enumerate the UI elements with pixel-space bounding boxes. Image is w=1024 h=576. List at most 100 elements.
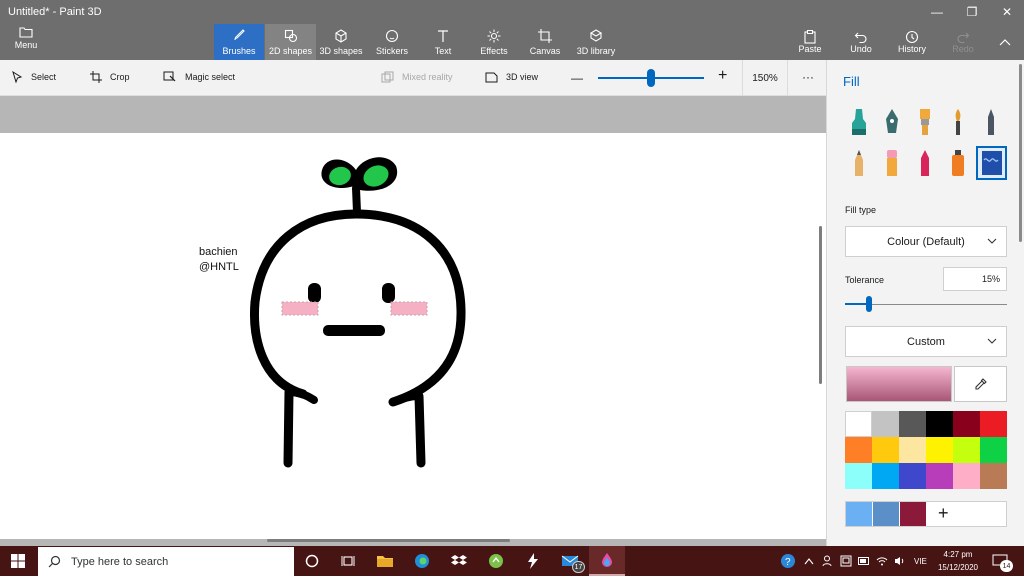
clock-date: 15/12/2020 xyxy=(937,563,979,572)
fill-panel: Fill Fill type Colour (Default) Toleranc… xyxy=(826,60,1024,546)
watercolor-icon xyxy=(955,109,961,135)
volume-icon[interactable] xyxy=(894,546,906,576)
file-explorer-button[interactable] xyxy=(367,546,403,576)
fill-type-label: Fill type xyxy=(845,205,877,215)
wifi-icon[interactable] xyxy=(876,546,888,576)
start-button[interactable] xyxy=(0,546,36,576)
collapse-ribbon-icon[interactable] xyxy=(999,38,1011,46)
selected-color-swatch[interactable] xyxy=(846,366,952,402)
history-button[interactable]: History xyxy=(895,26,929,58)
history-label: History xyxy=(897,44,926,54)
task-view-button[interactable] xyxy=(330,546,366,576)
tolerance-slider-thumb[interactable] xyxy=(866,296,872,312)
snip-icon[interactable] xyxy=(840,546,852,576)
palette-color-swatch[interactable] xyxy=(872,463,899,489)
cortana-icon xyxy=(305,554,319,568)
palette-color-swatch[interactable] xyxy=(899,411,926,437)
crayon-brush[interactable] xyxy=(911,146,939,180)
eyedropper-icon xyxy=(974,378,987,390)
calligraphy-pen-brush[interactable] xyxy=(878,105,906,139)
fill-icon xyxy=(981,151,1002,175)
custom-color-swatch[interactable] xyxy=(846,502,872,526)
windows-logo-icon xyxy=(11,554,25,568)
mail-button[interactable]: 17 xyxy=(552,546,588,576)
chevron-down-icon xyxy=(987,338,997,344)
spray-can-icon xyxy=(952,150,964,176)
custom-dropdown[interactable]: Custom xyxy=(845,326,1007,357)
tolerance-label: Tolerance xyxy=(845,275,885,285)
edge-button[interactable] xyxy=(404,546,440,576)
notifications-badge: 14 xyxy=(1000,560,1013,572)
palette-color-swatch[interactable] xyxy=(953,437,980,463)
pencil-icon xyxy=(855,150,863,176)
undo-button[interactable]: Undo xyxy=(846,26,876,58)
history-icon xyxy=(905,30,919,44)
task-view-icon xyxy=(341,556,355,566)
panel-scrollbar[interactable] xyxy=(1019,64,1022,242)
help-icon[interactable]: ? xyxy=(780,546,796,576)
oil-brush[interactable] xyxy=(911,105,939,139)
custom-color-swatch[interactable] xyxy=(900,502,926,526)
file-explorer-icon xyxy=(377,556,393,567)
bolt-app-button[interactable] xyxy=(515,546,551,576)
palette-color-swatch[interactable] xyxy=(926,463,953,489)
watercolor-brush[interactable] xyxy=(944,105,972,139)
oil-brush-icon xyxy=(920,109,930,135)
palette-color-swatch[interactable] xyxy=(845,437,872,463)
mail-badge: 17 xyxy=(572,561,585,573)
sprout-character-drawing xyxy=(250,157,466,468)
palette-color-swatch[interactable] xyxy=(899,437,926,463)
fill-type-value: Colour (Default) xyxy=(887,235,965,248)
edge-icon xyxy=(415,554,429,568)
panel-title: Fill xyxy=(843,74,860,89)
redo-button[interactable]: Redo xyxy=(948,26,978,58)
people-icon[interactable] xyxy=(822,546,832,576)
pixel-pen-brush[interactable] xyxy=(977,105,1005,139)
close-button[interactable]: ✕ xyxy=(990,0,1024,24)
fill-bucket-brush[interactable] xyxy=(976,146,1007,180)
paint3d-button[interactable] xyxy=(589,546,625,576)
palette-color-swatch[interactable] xyxy=(953,463,980,489)
redo-label: Redo xyxy=(952,44,974,54)
pencil-brush[interactable] xyxy=(845,146,873,180)
marker-brush[interactable] xyxy=(845,105,873,139)
palette-color-swatch[interactable] xyxy=(980,463,1007,489)
cortana-button[interactable] xyxy=(294,546,330,576)
palette-color-swatch[interactable] xyxy=(980,437,1007,463)
chevron-down-icon xyxy=(987,238,997,244)
fill-type-dropdown[interactable]: Colour (Default) xyxy=(845,226,1007,257)
palette-color-swatch[interactable] xyxy=(953,411,980,437)
redo-icon xyxy=(957,32,970,44)
add-color-button[interactable]: + xyxy=(938,504,949,522)
spray-can-brush[interactable] xyxy=(944,146,972,180)
notifications-button[interactable]: 14 xyxy=(992,546,1013,576)
palette-color-swatch[interactable] xyxy=(926,437,953,463)
calligraphy-pen-icon xyxy=(886,109,898,133)
green-app-icon xyxy=(489,554,503,568)
search-placeholder: Type here to search xyxy=(71,555,169,568)
palette-color-swatch[interactable] xyxy=(926,411,953,437)
language-indicator[interactable]: VIE xyxy=(914,546,927,576)
palette-color-swatch[interactable] xyxy=(899,463,926,489)
green-app-button[interactable] xyxy=(478,546,514,576)
battery-icon[interactable] xyxy=(858,546,870,576)
palette-color-swatch[interactable] xyxy=(845,463,872,489)
palette-color-swatch[interactable] xyxy=(980,411,1007,437)
maximize-button[interactable]: ❐ xyxy=(955,0,989,24)
taskbar-clock[interactable]: 4:27 pm 15/12/2020 xyxy=(930,548,986,574)
minimize-button[interactable]: — xyxy=(920,0,954,24)
marker-icon xyxy=(852,109,866,135)
palette-color-swatch[interactable] xyxy=(845,411,872,437)
eyedropper-button[interactable] xyxy=(954,366,1007,402)
eraser-brush[interactable] xyxy=(878,146,906,180)
clock-time: 4:27 pm xyxy=(943,550,973,559)
eraser-icon xyxy=(887,150,897,176)
tolerance-input[interactable]: 15% xyxy=(943,267,1007,291)
custom-color-swatch[interactable] xyxy=(873,502,899,526)
chevron-up-icon[interactable] xyxy=(804,546,814,576)
dropbox-button[interactable] xyxy=(441,546,477,576)
taskbar-search-box[interactable]: Type here to search xyxy=(38,547,294,576)
palette-color-swatch[interactable] xyxy=(872,437,899,463)
undo-icon xyxy=(854,32,867,44)
palette-color-swatch[interactable] xyxy=(872,411,899,437)
